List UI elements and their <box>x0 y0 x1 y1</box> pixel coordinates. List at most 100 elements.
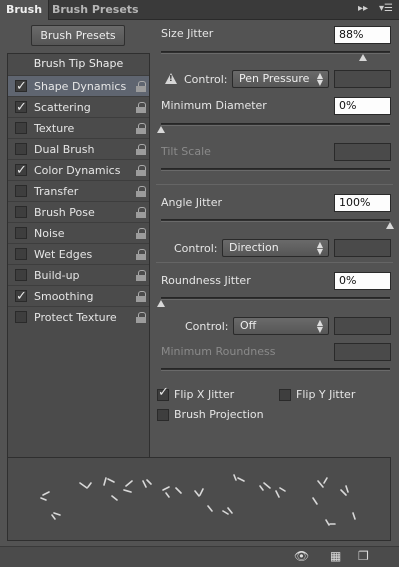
chevron-updown-icon: ▲ ▼ <box>316 318 323 334</box>
brush-projection-option[interactable]: Brush Projection <box>157 408 297 424</box>
texture-checkbox[interactable] <box>15 122 27 134</box>
angle-control-label: Control: <box>174 242 218 255</box>
lock-icon[interactable] <box>136 249 146 260</box>
noise-checkbox[interactable] <box>15 227 27 239</box>
warning-icon: ! <box>165 73 177 84</box>
divider <box>156 262 393 263</box>
flip-x-jitter-label: Flip X Jitter <box>174 388 235 401</box>
list-item-label: Transfer <box>34 185 79 198</box>
list-item-label: Brush Pose <box>34 206 95 219</box>
brush-pose-checkbox[interactable] <box>15 206 27 218</box>
minimum-roundness-field <box>334 343 391 361</box>
new-preset-icon[interactable]: ❐ <box>358 549 369 563</box>
lock-icon[interactable] <box>136 228 146 239</box>
panel-menu-icon[interactable]: ▾☰ <box>379 3 393 14</box>
list-item-protect-texture[interactable]: Protect Texture <box>8 306 149 327</box>
list-item-color-dynamics[interactable]: Color Dynamics <box>8 159 149 181</box>
roundness-jitter-slider-thumb[interactable] <box>157 300 165 307</box>
dual-brush-checkbox[interactable] <box>15 143 27 155</box>
angle-control-fade-field[interactable] <box>334 239 391 257</box>
size-control-fade-field[interactable] <box>334 70 391 88</box>
list-item-build-up[interactable]: Build-up <box>8 264 149 285</box>
minimum-diameter-slider[interactable] <box>161 123 390 126</box>
list-item-label: Noise <box>34 227 65 240</box>
minimum-roundness-label: Minimum Roundness <box>161 345 276 358</box>
tab-brush-presets[interactable]: Brush Presets <box>46 0 145 20</box>
brush-stroke-preview <box>7 457 391 541</box>
list-item-label: Wet Edges <box>34 248 93 261</box>
tilt-scale-field <box>334 143 391 161</box>
list-item-label: Smoothing <box>34 290 94 303</box>
tilt-scale-slider <box>161 168 390 171</box>
angle-jitter-field[interactable]: 100% <box>334 194 391 212</box>
wet-edges-checkbox[interactable] <box>15 248 27 260</box>
roundness-jitter-label: Roundness Jitter <box>161 274 251 287</box>
list-item-label: Build-up <box>34 269 80 282</box>
flip-y-jitter-option[interactable]: Flip Y Jitter <box>279 388 389 404</box>
angle-jitter-slider-thumb[interactable] <box>386 222 394 229</box>
list-item-shape-dynamics[interactable]: Shape Dynamics <box>8 75 149 97</box>
lock-icon[interactable] <box>136 270 146 281</box>
roundness-control-fade-field[interactable] <box>334 317 391 335</box>
angle-jitter-slider[interactable] <box>161 219 390 222</box>
smoothing-checkbox[interactable] <box>15 286 27 307</box>
list-item-transfer[interactable]: Transfer <box>8 180 149 201</box>
list-item-scattering[interactable]: Scattering <box>8 96 149 118</box>
grid-icon[interactable]: ▦ <box>330 549 341 563</box>
brush-projection-checkbox[interactable] <box>157 409 169 421</box>
list-item-smoothing[interactable]: Smoothing <box>8 285 149 307</box>
minimum-roundness-slider <box>161 368 390 371</box>
shape-dynamics-checkbox[interactable] <box>15 76 27 97</box>
list-item-label: Dual Brush <box>34 143 95 156</box>
list-item-label: Shape Dynamics <box>34 80 127 93</box>
angle-control-select[interactable]: Direction ▲ ▼ <box>222 239 329 257</box>
visibility-eye-icon[interactable]: 👁 <box>294 549 309 563</box>
list-item-dual-brush[interactable]: Dual Brush <box>8 138 149 159</box>
flip-y-jitter-checkbox[interactable] <box>279 389 291 401</box>
list-item-label: Scattering <box>34 101 91 114</box>
lock-icon[interactable] <box>136 81 146 92</box>
flip-x-jitter-option[interactable]: Flip X Jitter <box>157 385 277 404</box>
double-chevron-right-icon[interactable]: ▸▸ <box>358 3 368 14</box>
protect-texture-checkbox[interactable] <box>15 311 27 323</box>
size-jitter-label: Size Jitter <box>161 27 214 40</box>
minimum-diameter-field[interactable]: 0% <box>334 97 391 115</box>
lock-icon[interactable] <box>136 123 146 134</box>
size-control-select[interactable]: Pen Pressure ▲ ▼ <box>232 70 329 88</box>
flip-x-jitter-checkbox[interactable] <box>157 385 169 401</box>
color-dynamics-checkbox[interactable] <box>15 160 27 181</box>
tab-brush[interactable]: Brush <box>0 0 50 20</box>
chevron-updown-icon: ▲ ▼ <box>316 71 323 87</box>
brush-tip-shape-item[interactable]: Brush Tip Shape <box>8 54 149 74</box>
size-jitter-slider-thumb[interactable] <box>358 54 367 61</box>
lock-icon[interactable] <box>136 186 146 197</box>
lock-icon[interactable] <box>136 291 146 302</box>
lock-icon[interactable] <box>136 165 146 176</box>
list-item-label: Color Dynamics <box>34 164 121 177</box>
divider <box>156 184 393 185</box>
list-item-brush-pose[interactable]: Brush Pose <box>8 201 149 222</box>
lock-icon[interactable] <box>136 207 146 218</box>
roundness-jitter-slider[interactable] <box>161 297 390 300</box>
roundness-jitter-field[interactable]: 0% <box>334 272 391 290</box>
lock-icon[interactable] <box>136 144 146 155</box>
list-item-texture[interactable]: Texture <box>8 117 149 138</box>
chevron-updown-icon: ▲ ▼ <box>316 240 323 256</box>
build-up-checkbox[interactable] <box>15 269 27 281</box>
brush-projection-label: Brush Projection <box>174 408 264 421</box>
list-item-noise[interactable]: Noise <box>8 222 149 243</box>
size-jitter-slider[interactable] <box>161 51 390 54</box>
minimum-diameter-slider-thumb[interactable] <box>157 126 165 133</box>
lock-icon[interactable] <box>136 102 146 113</box>
lock-icon[interactable] <box>136 312 146 323</box>
brush-presets-button[interactable]: Brush Presets <box>31 25 125 46</box>
roundness-control-label: Control: <box>185 320 229 333</box>
scattering-checkbox[interactable] <box>15 97 27 118</box>
transfer-checkbox[interactable] <box>15 185 27 197</box>
angle-control-value: Direction <box>229 241 279 254</box>
roundness-control-select[interactable]: Off ▲ ▼ <box>233 317 329 335</box>
size-jitter-field[interactable]: 88% <box>334 26 391 44</box>
roundness-control-value: Off <box>240 319 257 332</box>
list-item-wet-edges[interactable]: Wet Edges <box>8 243 149 264</box>
tilt-scale-label: Tilt Scale <box>161 145 211 158</box>
